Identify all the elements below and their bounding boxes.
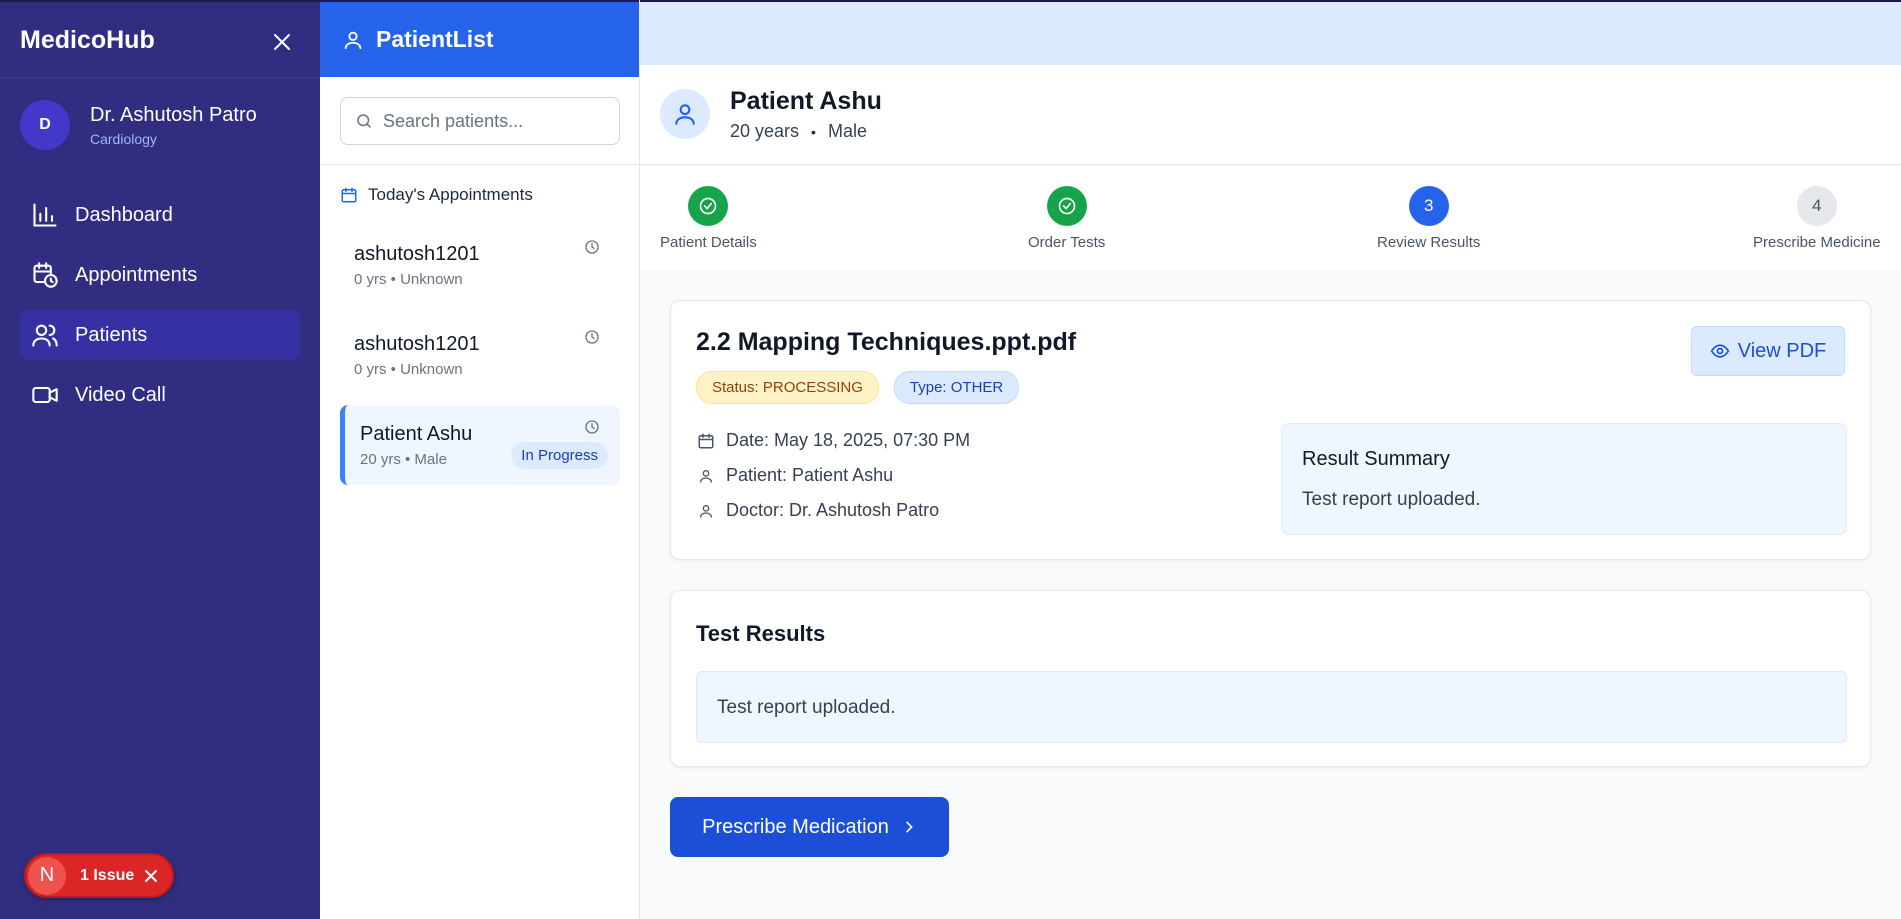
patient-list-title: PatientList xyxy=(376,26,494,52)
chevron-right-icon xyxy=(906,821,913,833)
user-icon xyxy=(675,104,695,125)
step-label: Review Results xyxy=(1377,234,1481,251)
document-date: Date: May 18, 2025, 07:30 PM xyxy=(696,423,970,458)
patient-list-panel: PatientList Today's Appointments ashutos… xyxy=(320,0,640,919)
type-badge: Type: OTHER xyxy=(893,371,1020,404)
document-doctor: Doctor: Dr. Ashutosh Patro xyxy=(696,493,970,528)
top-bar xyxy=(640,0,1901,65)
check-circle-icon xyxy=(1046,186,1087,226)
progress-stepper: Patient Details Order Tests 3 Review Res… xyxy=(640,166,1901,270)
view-pdf-button[interactable]: View PDF xyxy=(1691,326,1845,376)
users-icon xyxy=(30,320,60,350)
sidebar-item-label: Dashboard xyxy=(75,203,173,226)
sidebar-divider xyxy=(0,77,320,78)
test-results-card: Test Results Test report uploaded. xyxy=(670,590,1871,767)
appointment-name: ashutosh1201 xyxy=(354,243,480,265)
doctor-text: Doctor: Dr. Ashutosh Patro xyxy=(726,500,940,520)
close-icon[interactable] xyxy=(144,869,158,883)
doctor-profile: D Dr. Ashutosh Patro Cardiology xyxy=(20,100,257,150)
status-badge: In Progress xyxy=(511,442,608,469)
list-item[interactable]: ashutosh1201 0 yrs • Unknown xyxy=(340,225,620,305)
close-icon xyxy=(274,34,290,50)
user-icon xyxy=(696,468,716,484)
brand-logo: MedicoHub xyxy=(20,26,155,54)
patient-list-header: PatientList xyxy=(320,0,639,77)
list-item[interactable]: ashutosh1201 0 yrs • Unknown xyxy=(340,315,620,395)
step-label: Prescribe Medicine xyxy=(1753,234,1881,251)
test-results-text: Test report uploaded. xyxy=(696,671,1847,743)
sidebar-item-dashboard[interactable]: Dashboard xyxy=(20,190,300,240)
clock-icon xyxy=(585,330,599,344)
video-icon xyxy=(30,380,60,410)
prescribe-label: Prescribe Medication xyxy=(702,815,889,838)
sidebar-item-label: Patients xyxy=(75,323,148,346)
patient-age: 20 years xyxy=(730,121,800,141)
step-prescribe-medicine[interactable]: 4 Prescribe Medicine xyxy=(1753,186,1881,251)
clock-icon xyxy=(585,240,599,254)
document-badges: Status: PROCESSING Type: OTHER xyxy=(696,371,1034,404)
step-review-results[interactable]: 3 Review Results xyxy=(1377,186,1480,251)
sidebar-item-video-call[interactable]: Video Call xyxy=(20,370,300,420)
appointment-meta: 0 yrs • Unknown xyxy=(354,271,463,288)
summary-text: Test report uploaded. xyxy=(1302,489,1481,510)
divider xyxy=(320,164,640,165)
page-title: Patient Ashu xyxy=(730,87,882,115)
calendar-icon xyxy=(341,187,357,203)
document-info: Date: May 18, 2025, 07:30 PM Patient: Pa… xyxy=(696,423,970,528)
appointment-meta: 0 yrs • Unknown xyxy=(354,361,463,378)
search-box[interactable] xyxy=(340,97,620,145)
check-circle-icon xyxy=(688,186,729,226)
user-icon xyxy=(344,31,362,49)
test-results-title: Test Results xyxy=(696,621,826,646)
sidebar-item-label: Video Call xyxy=(75,383,166,406)
nextjs-logo-icon: N xyxy=(28,856,66,895)
doctor-specialty: Cardiology xyxy=(90,130,157,147)
separator-dot: • xyxy=(811,123,816,140)
patient-text: Patient: Patient Ashu xyxy=(726,465,894,485)
search-input[interactable] xyxy=(383,110,603,132)
step-number: 4 xyxy=(1796,186,1837,226)
clock-icon xyxy=(585,420,599,434)
patient-header: Patient Ashu 20 years • Male xyxy=(640,65,1901,165)
document-patient: Patient: Patient Ashu xyxy=(696,458,970,493)
step-label: Order Tests xyxy=(1028,234,1106,251)
appointments-title: Today's Appointments xyxy=(368,185,533,204)
appointment-name: ashutosh1201 xyxy=(354,333,480,355)
view-pdf-label: View PDF xyxy=(1737,339,1827,362)
status-badge: Status: PROCESSING xyxy=(696,371,879,404)
calendar-clock-icon xyxy=(30,260,60,290)
close-sidebar-button[interactable] xyxy=(268,28,296,56)
avatar: D xyxy=(20,100,70,150)
step-number: 3 xyxy=(1408,186,1449,226)
sidebar-item-label: Appointments xyxy=(75,263,198,286)
step-label: Patient Details xyxy=(660,234,757,251)
patient-meta: 20 years • Male xyxy=(730,121,867,142)
step-patient-details[interactable]: Patient Details xyxy=(660,186,757,251)
list-item-selected[interactable]: Patient Ashu 20 yrs • Male In Progress xyxy=(340,405,620,485)
appointment-list: ashutosh1201 0 yrs • Unknown ashutosh120… xyxy=(340,225,620,495)
main-content: Patient Ashu 20 years • Male Patient Det… xyxy=(640,0,1901,919)
search-icon xyxy=(357,114,371,128)
issue-indicator[interactable]: N 1 Issue xyxy=(24,853,174,898)
issue-count: 1 Issue xyxy=(80,866,135,884)
sidebar-item-appointments[interactable]: Appointments xyxy=(20,250,300,300)
calendar-icon xyxy=(696,432,716,450)
step-order-tests[interactable]: Order Tests xyxy=(1028,186,1105,251)
date-text: Date: May 18, 2025, 07:30 PM xyxy=(726,430,971,450)
user-icon xyxy=(696,503,716,519)
patient-gender: Male xyxy=(827,121,867,141)
sidebar-nav: Dashboard Appointments Patients Video Ca… xyxy=(20,190,300,430)
summary-title: Result Summary xyxy=(1302,448,1450,470)
result-summary: Result Summary Test report uploaded. xyxy=(1281,423,1847,535)
bar-chart-icon xyxy=(30,200,60,230)
avatar xyxy=(660,89,710,139)
doctor-name: Dr. Ashutosh Patro xyxy=(90,103,257,126)
document-card: 2.2 Mapping Techniques.ppt.pdf Status: P… xyxy=(670,300,1871,560)
sidebar-item-patients[interactable]: Patients xyxy=(20,310,300,360)
eye-icon xyxy=(1710,344,1730,358)
sidebar: MedicoHub D Dr. Ashutosh Patro Cardiolog… xyxy=(0,0,320,919)
appointments-heading: Today's Appointments xyxy=(340,185,533,205)
prescribe-medication-button[interactable]: Prescribe Medication xyxy=(670,797,949,857)
document-title: 2.2 Mapping Techniques.ppt.pdf xyxy=(696,328,1077,356)
